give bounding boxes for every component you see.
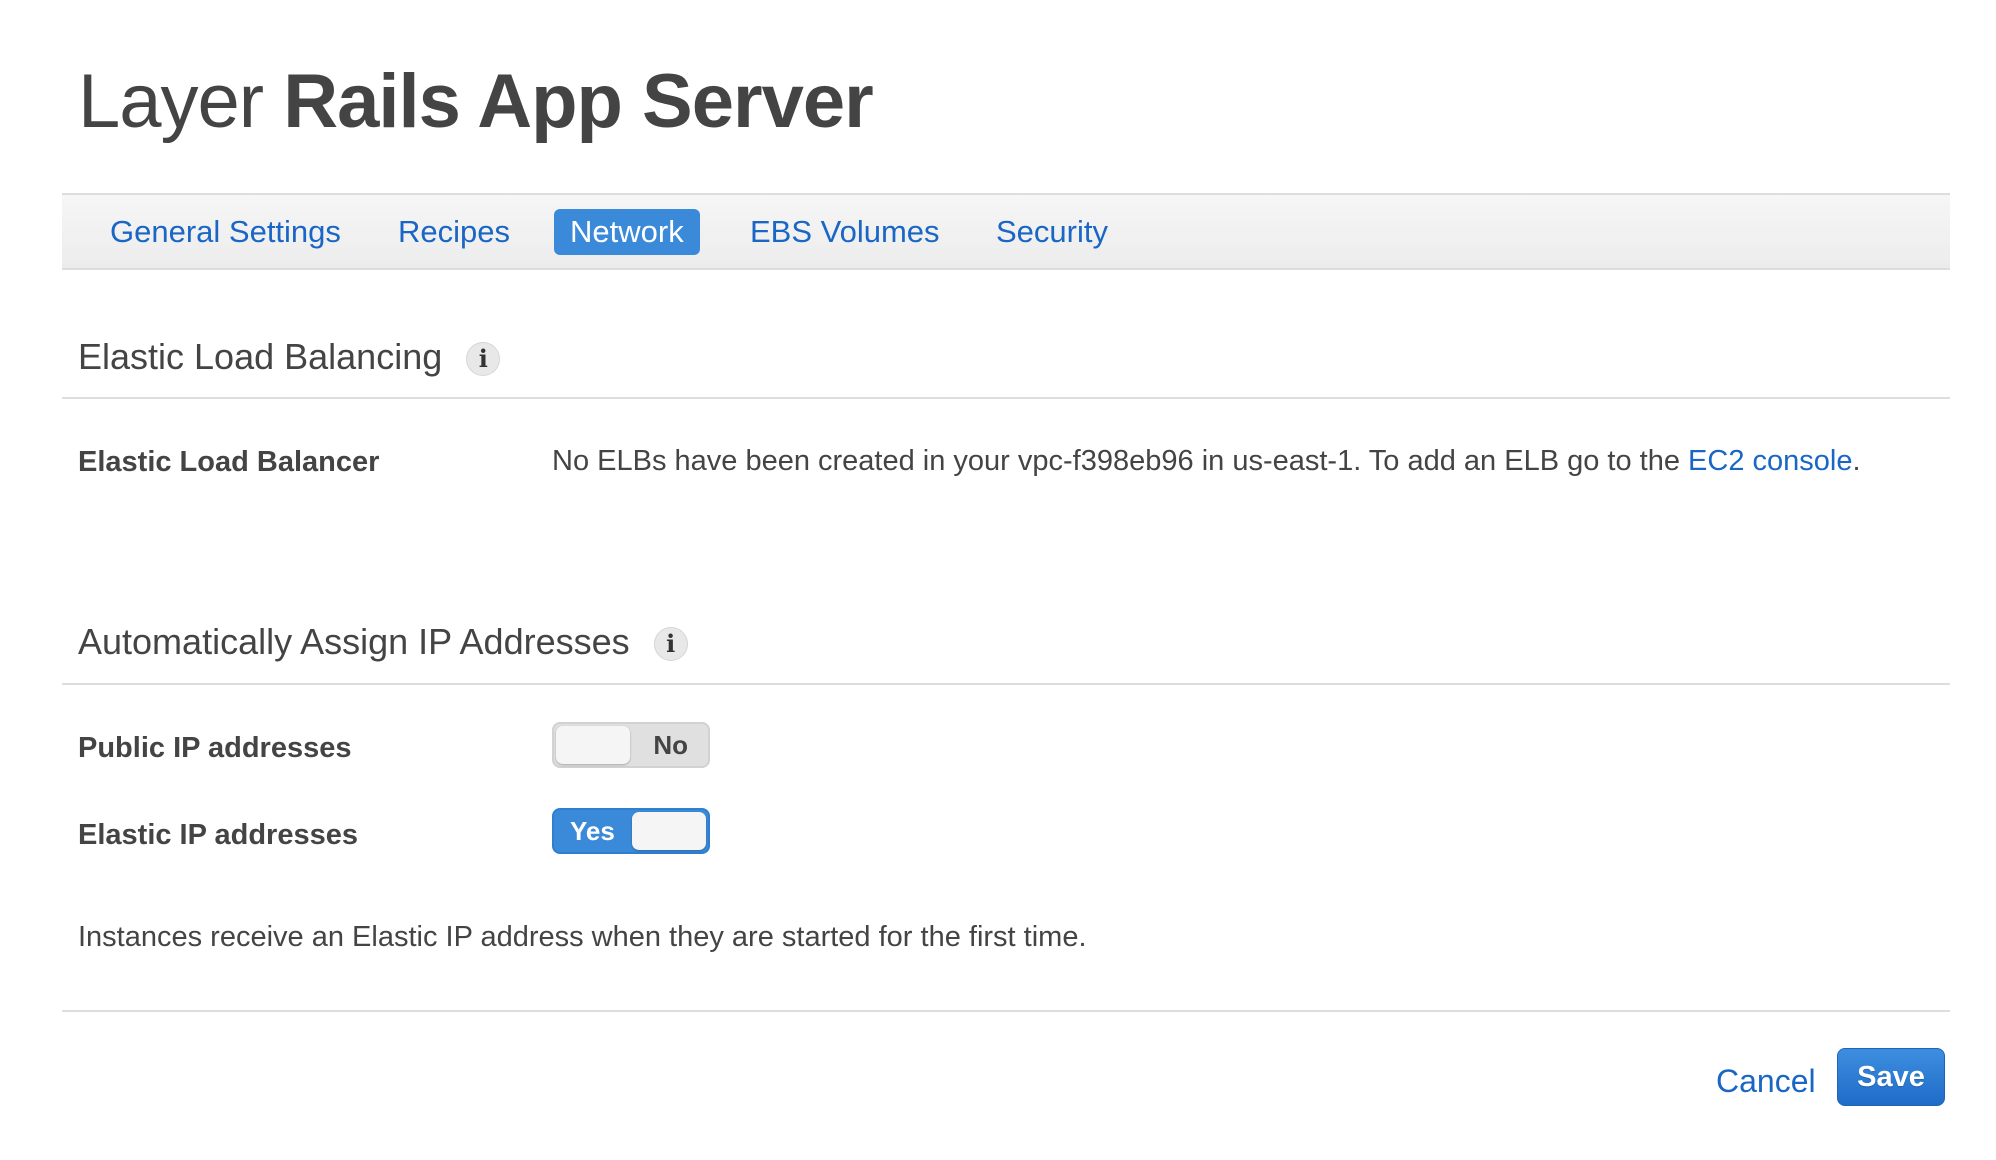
title-prefix: Layer: [78, 59, 264, 144]
elastic-ip-toggle[interactable]: Yes: [552, 808, 710, 854]
divider: [62, 1010, 1950, 1012]
info-icon[interactable]: i: [653, 627, 688, 662]
elastic-ip-note: Instances receive an Elastic IP address …: [78, 921, 1087, 953]
info-icon[interactable]: i: [466, 342, 501, 377]
elb-message-text: No ELBs have been created in your vpc-f3…: [552, 445, 1689, 477]
tab-security[interactable]: Security: [980, 209, 1124, 255]
cancel-button[interactable]: Cancel: [1716, 1063, 1816, 1100]
tab-recipes[interactable]: Recipes: [382, 209, 526, 255]
ec2-console-link[interactable]: EC2 console: [1688, 445, 1852, 477]
elb-section-heading: Elastic Load Balancing i: [78, 336, 501, 378]
tab-network[interactable]: Network: [554, 209, 700, 255]
toggle-knob: [632, 812, 706, 850]
public-ip-toggle[interactable]: No: [552, 722, 710, 768]
layer-name: Rails App Server: [283, 59, 873, 144]
divider: [62, 683, 1950, 685]
elb-message: No ELBs have been created in your vpc-f3…: [552, 445, 1861, 478]
tab-ebs-volumes[interactable]: EBS Volumes: [734, 209, 956, 255]
toggle-state-text: No: [653, 730, 688, 760]
toggle-state-text: Yes: [570, 816, 615, 846]
tab-general-settings[interactable]: General Settings: [94, 209, 357, 255]
elb-field-label: Elastic Load Balancer: [78, 446, 380, 478]
elb-heading-text: Elastic Load Balancing: [78, 336, 443, 377]
ip-heading-text: Automatically Assign IP Addresses: [78, 621, 630, 662]
divider: [62, 397, 1950, 399]
tab-bar: General Settings Recipes Network EBS Vol…: [62, 193, 1950, 270]
save-button[interactable]: Save: [1837, 1048, 1945, 1106]
elb-message-end: .: [1852, 445, 1861, 477]
page-title: Layer Rails App Server: [78, 58, 874, 145]
public-ip-label: Public IP addresses: [78, 732, 352, 764]
ip-section-heading: Automatically Assign IP Addresses i: [78, 621, 688, 663]
toggle-knob: [556, 726, 630, 764]
elastic-ip-label: Elastic IP addresses: [78, 819, 358, 851]
